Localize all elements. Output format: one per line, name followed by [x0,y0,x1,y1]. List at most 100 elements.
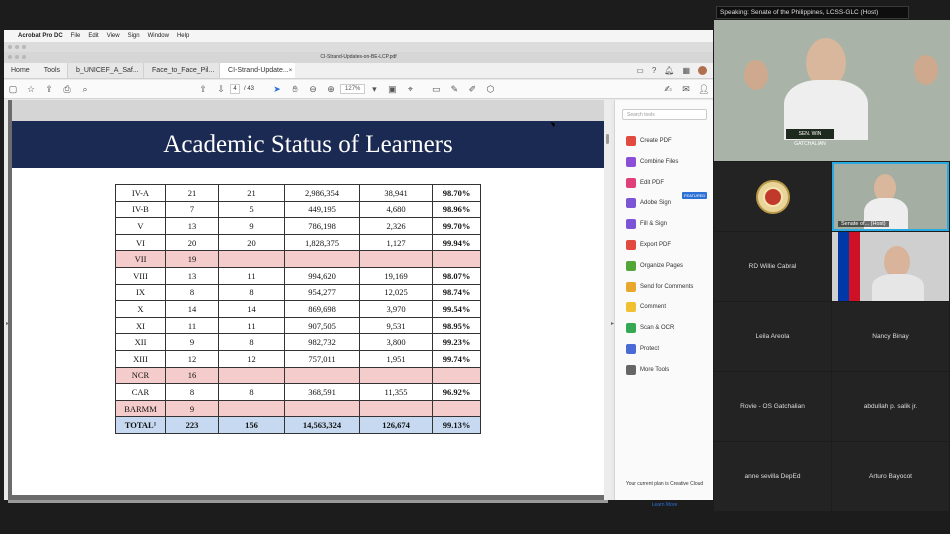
page-down-icon[interactable]: ⇩ [212,84,230,95]
print-icon[interactable]: ⎙ [58,84,76,95]
table-cell-a: 11 [165,316,219,335]
sign-icon[interactable]: ✍︎ [659,84,677,95]
table-cell-a: 8 [165,283,219,302]
participant-tile[interactable]: abdullah p. salik jr. [832,372,949,441]
tool-item[interactable]: Organize Pages [626,259,683,273]
doc-tab-label: CI-Strand-Update... [228,67,289,74]
tool-item[interactable]: Send for Comments [626,280,693,294]
horizontal-scrollbar[interactable] [8,500,608,503]
participant-tile[interactable]: anne sevilla DepEd [714,442,831,511]
chevron-down-icon[interactable]: ▾ [365,84,383,95]
zoom-level[interactable]: 127% [340,84,366,94]
table-cell-a: 21 [165,184,219,202]
menu-window[interactable]: Window [148,33,169,39]
close-tab-icon[interactable]: × [289,68,295,74]
tab-home[interactable]: Home [4,63,37,78]
tool-icon [626,260,636,271]
table-cell-c [284,366,360,385]
participant-tile[interactable]: Nancy Binay [832,302,949,371]
tool-item[interactable]: More Tools [626,363,669,377]
tool-item[interactable]: Protect [626,342,659,356]
tool-label: Protect [640,346,660,352]
participant-tile-host[interactable]: Senate of... (Host) [832,162,949,231]
table-total-row: TOTAL¹ 223 156 14,563,324 126,674 99.13% [115,416,481,434]
chat-icon[interactable]: ▭ [636,66,644,75]
pen-icon[interactable]: ✎ [445,84,463,95]
page-indicator: 4 / 43 [230,84,254,94]
doc-tab[interactable]: b_UNICEF_A_Saf... [67,63,144,78]
table-cell-pct: 96.92% [432,383,481,401]
menu-app-name[interactable]: Acrobat Pro DC [18,33,63,39]
bell-icon[interactable]: 🔔︎ [664,66,674,75]
star-icon[interactable]: ☆ [22,84,40,95]
help-icon[interactable]: ? [652,66,656,75]
apps-icon[interactable]: ▦ [682,66,690,75]
table-row: V 13 9 786,198 2,326 99.70% [115,217,481,235]
page-number-input[interactable]: 4 [230,84,240,94]
participant-tile[interactable]: Arturo Bayocot [832,442,949,511]
page-up-icon[interactable]: ⇧ [194,84,212,95]
stamp-icon[interactable]: ⬡ [481,84,499,95]
table-cell-region: VI [115,233,166,252]
table-row: VII 19 [115,250,481,268]
left-panel-toggle-icon[interactable]: ▸ [6,320,9,327]
participant-name: Nancy Binay [872,333,909,340]
speaker-nameplate: SEN. WIN GATCHALIAN [786,129,834,147]
tab-tools[interactable]: Tools [37,63,67,78]
menu-view[interactable]: View [107,33,120,39]
doc-tab-active[interactable]: CI-Strand-Update... × [219,63,296,78]
tool-item[interactable]: Combine Files [626,155,678,169]
total-cell-a: 223 [165,416,219,434]
participant-tile[interactable]: Leila Areola [714,302,831,371]
search-icon[interactable]: ⌕ [76,84,94,95]
scrollbar-thumb[interactable] [606,134,609,144]
tool-item[interactable]: Adobe Sign [626,196,671,210]
vertical-scrollbar[interactable] [604,100,611,500]
search-tools-input[interactable]: Search tools [622,109,707,120]
table-row: XIII 12 12 757,011 1,951 99.74% [115,349,481,368]
upload-icon[interactable]: ⇪ [40,84,58,95]
select-cursor-icon[interactable]: ➤ [268,84,286,95]
window-controls[interactable] [8,45,26,49]
tool-item[interactable]: Create PDF [626,134,672,148]
participant-figure [744,60,768,90]
menu-help[interactable]: Help [177,33,189,39]
table-row: VIII 13 11 994,620 19,169 98.07% [115,266,481,285]
share-user-icon[interactable]: 👤︎ [695,84,713,95]
hand-icon[interactable]: ✋︎ [286,84,304,95]
table-cell-b [218,399,285,418]
comment-icon[interactable]: ▭ [427,84,445,95]
highlight-icon[interactable]: ✐ [463,84,481,95]
doc-tab[interactable]: Face_to_Face_Pil... [143,63,220,78]
zoom-out-icon[interactable]: ⊖ [304,84,322,95]
document-area[interactable]: Academic Status of Learners IV-A 21 21 2,98… [8,100,604,500]
zoom-in-icon[interactable]: ⊕ [322,84,340,95]
window-controls-secondary[interactable] [8,55,26,59]
learn-more-link[interactable]: Learn More [619,502,710,508]
participant-tile-senate-seal[interactable] [714,162,831,231]
tool-item[interactable]: Fill & Sign [626,217,667,231]
menu-edit[interactable]: Edit [88,33,98,39]
tool-icon [626,364,636,375]
table-cell-b: 20 [218,233,285,252]
menu-sign[interactable]: Sign [128,33,140,39]
table-cell-region: BARMM [115,399,166,418]
table-cell-pct: 99.74% [432,349,481,368]
participant-tile[interactable]: RD Willie Cabral [714,232,831,301]
table-cell-region: V [115,217,166,235]
tool-item[interactable]: Scan & OCR [626,321,674,335]
participant-tile-video[interactable] [832,232,949,301]
user-avatar[interactable] [698,66,707,75]
marquee-icon[interactable]: ⌖ [401,84,419,95]
create-icon[interactable]: ▢ [4,84,22,95]
menu-file[interactable]: File [71,33,81,39]
page-view-icon[interactable]: ▣ [383,84,401,95]
table-cell-b [218,366,285,385]
table-cell-b: 9 [218,217,285,235]
tool-item[interactable]: Export PDF [626,238,671,252]
mail-icon[interactable]: ✉ [677,84,695,95]
tool-item[interactable]: Edit PDF [626,176,664,190]
participant-tile[interactable]: Rovie - OS Gatchalian [714,372,831,441]
table-cell-b: 11 [218,316,285,335]
tool-item[interactable]: Comment [626,300,666,314]
